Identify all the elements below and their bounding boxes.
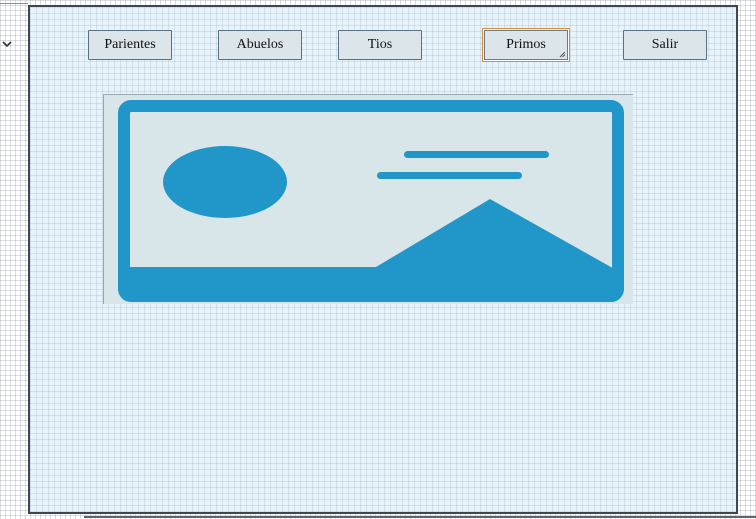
primos-button[interactable]: Primos: [482, 28, 570, 62]
design-surface-bottom-edge: [84, 516, 756, 518]
abuelos-button-label: Abuelos: [236, 37, 284, 52]
form-design-surface: Parientes Abuelos Tios Primos Salir: [28, 5, 738, 514]
tios-button-label: Tios: [367, 37, 393, 52]
parientes-button[interactable]: Parientes: [88, 30, 172, 60]
salir-button-label: Salir: [651, 37, 679, 52]
abuelos-button[interactable]: Abuelos: [218, 30, 302, 60]
resize-grip-icon[interactable]: [559, 51, 566, 58]
image-placeholder[interactable]: [103, 94, 633, 304]
parientes-button-label: Parientes: [104, 37, 156, 52]
image-placeholder-icon: [104, 95, 633, 304]
toolbar-edge: [0, 0, 28, 4]
tios-button[interactable]: Tios: [338, 30, 422, 60]
primos-button-label: Primos: [506, 37, 546, 52]
chevron-down-icon[interactable]: [1, 38, 13, 50]
salir-button[interactable]: Salir: [623, 30, 707, 60]
